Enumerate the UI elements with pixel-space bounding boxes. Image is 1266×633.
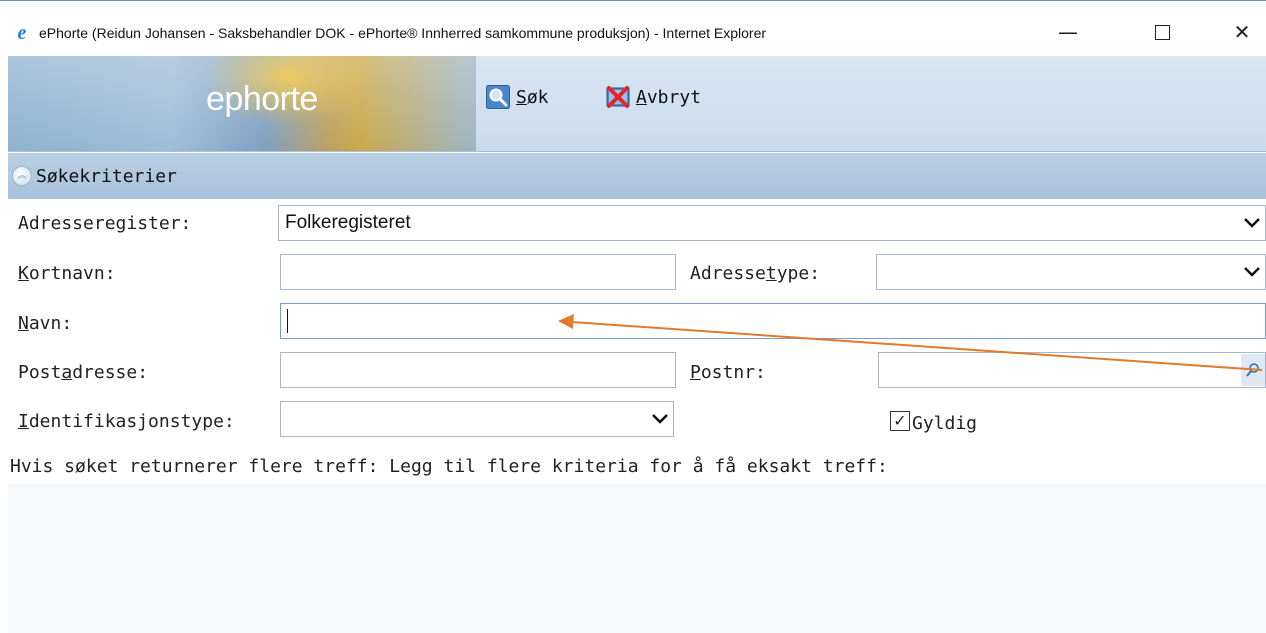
text-cursor [287, 309, 288, 333]
gyldig-label: Gyldig [912, 413, 978, 434]
chevron-down-icon[interactable] [1239, 208, 1265, 238]
chevron-down-icon[interactable] [647, 404, 673, 434]
search-criteria-section-header[interactable]: ︽ Søkekriterier [8, 153, 1266, 199]
postnr-input[interactable] [878, 352, 1266, 388]
collapse-chevron-icon[interactable]: ︽ [12, 166, 32, 186]
results-area [8, 484, 1266, 633]
chevron-down-icon[interactable] [1239, 257, 1265, 287]
navn-label: Navn: [18, 313, 73, 334]
minimize-button[interactable]: — [1048, 14, 1088, 50]
kortnavn-input[interactable] [280, 254, 676, 290]
maximize-button[interactable] [1142, 14, 1182, 50]
search-hint-text: Hvis søket returnerer flere treff: Legg … [10, 456, 888, 477]
search-button-label: Søk [516, 86, 549, 108]
cancel-icon [606, 85, 630, 109]
adresseregister-label: Adresseregister: [18, 213, 192, 234]
kortnavn-label: Kortnavn: [18, 263, 116, 284]
cancel-button-label: Avbryt [636, 86, 702, 108]
postadresse-input[interactable] [280, 352, 676, 388]
identifikasjonstype-select[interactable] [280, 401, 674, 437]
adresseregister-value: Folkeregisteret [285, 212, 411, 233]
internet-explorer-icon: e [17, 21, 27, 44]
search-icon[interactable] [1241, 354, 1265, 386]
search-button[interactable]: Søk [486, 82, 549, 112]
cancel-button[interactable]: Avbryt [606, 82, 701, 112]
app-header: ephorte Søk Avbryt [8, 56, 1266, 152]
gyldig-checkbox[interactable]: ✓ [890, 411, 910, 431]
adressetype-select[interactable] [876, 254, 1266, 290]
ephorte-logo: ephorte [206, 80, 318, 118]
adressetype-label: Adressetype: [690, 263, 821, 284]
logo-banner: ephorte [8, 56, 476, 151]
postnr-label: Postnr: [690, 362, 766, 383]
minimize-icon: — [1058, 20, 1078, 44]
navn-input[interactable] [280, 303, 1266, 339]
search-icon [486, 85, 510, 109]
identifikasjonstype-label: Identifikasjonstype: [18, 411, 235, 432]
close-button[interactable]: ✕ [1222, 14, 1262, 50]
window-title: ePhorte (Reidun Johansen - Saksbehandler… [39, 25, 767, 41]
close-icon: ✕ [1233, 20, 1251, 44]
section-title: Søkekriterier [36, 165, 177, 187]
adresseregister-select[interactable]: Folkeregisteret [278, 205, 1266, 241]
postadresse-label: Postadresse: [18, 362, 149, 383]
maximize-icon [1154, 24, 1170, 40]
search-form: Adresseregister: Folkeregisteret Kortnav… [8, 199, 1266, 477]
